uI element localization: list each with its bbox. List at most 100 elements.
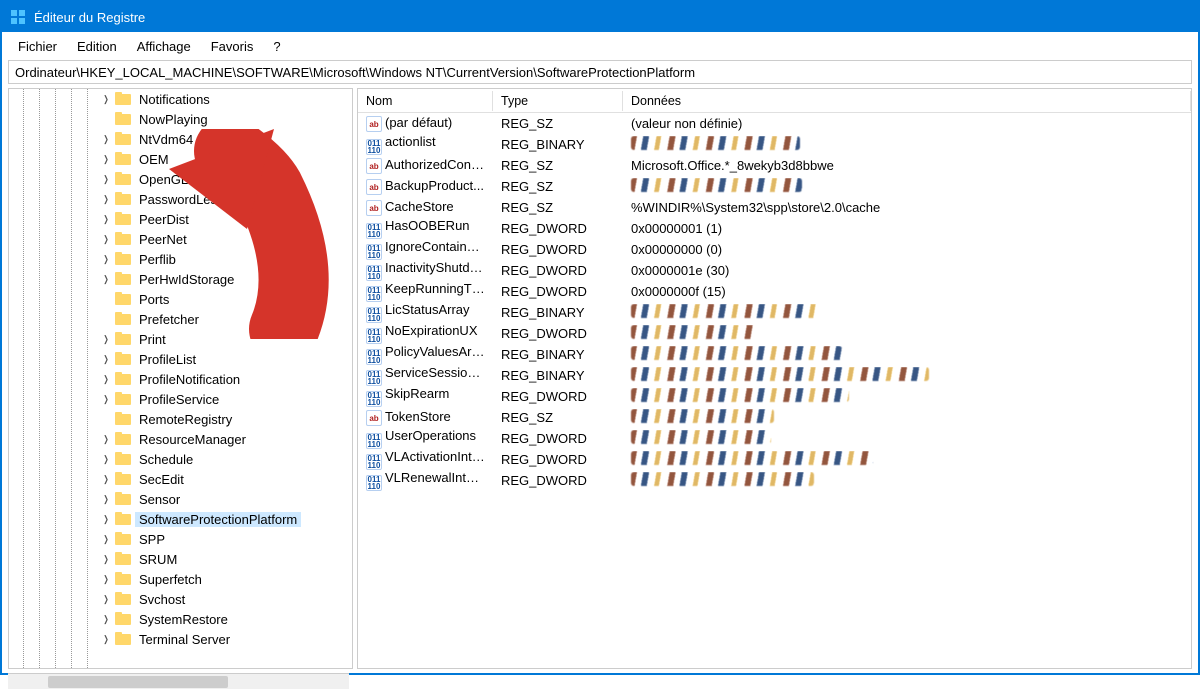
expand-icon[interactable]: ❯ — [101, 454, 111, 465]
titlebar[interactable]: Éditeur du Registre — [2, 2, 1198, 32]
value-row[interactable]: 011 110IgnoreContainer...REG_DWORD0x0000… — [358, 239, 1191, 260]
expand-icon[interactable]: ❯ — [101, 474, 111, 485]
column-type[interactable]: Type — [493, 91, 623, 111]
values-pane[interactable]: Nom Type Données ab(par défaut)REG_SZ(va… — [357, 88, 1192, 669]
tree-item[interactable]: ❯Notifications — [9, 89, 352, 109]
tree-item[interactable]: ❯Svchost — [9, 589, 352, 609]
expand-icon[interactable]: ❯ — [101, 354, 111, 365]
tree-item[interactable]: RemoteRegistry — [9, 409, 352, 429]
tree-item[interactable]: ❯ OpenGLDrivers — [9, 169, 352, 189]
expand-icon[interactable]: ❯ — [101, 94, 111, 105]
tree-item[interactable]: ❯Terminal Server — [9, 629, 352, 649]
column-donnees[interactable]: Données — [623, 91, 1191, 111]
value-type-cell: REG_BINARY — [493, 368, 623, 383]
folder-icon — [115, 612, 131, 626]
value-row[interactable]: abTokenStoreREG_SZ — [358, 407, 1191, 428]
expand-icon[interactable]: ❯ — [101, 254, 111, 265]
tree-item[interactable]: ❯PerHwIdStorage — [9, 269, 352, 289]
value-row[interactable]: 011 110PolicyValuesArrayREG_BINARY — [358, 344, 1191, 365]
value-name-cell: 011 110ServiceSessionId — [358, 365, 493, 386]
menu-favoris[interactable]: Favoris — [201, 35, 264, 58]
tree-item[interactable]: ❯OEM — [9, 149, 352, 169]
tree-item-label: RemoteRegistry — [135, 412, 236, 427]
value-row[interactable]: 011 110LicStatusArrayREG_BINARY — [358, 302, 1191, 323]
tree-item[interactable]: ❯ProfileNotification — [9, 369, 352, 389]
expand-icon[interactable]: ❯ — [101, 174, 111, 185]
value-row[interactable]: ab(par défaut)REG_SZ(valeur non définie) — [358, 113, 1191, 134]
expand-icon[interactable]: ❯ — [101, 334, 111, 345]
tree-item[interactable]: ❯SystemRestore — [9, 609, 352, 629]
expand-icon[interactable]: ❯ — [101, 574, 111, 585]
expand-icon[interactable]: ❯ — [101, 194, 111, 205]
value-name-cell: abBackupProduct... — [358, 178, 493, 196]
expand-icon[interactable]: ❯ — [101, 154, 111, 165]
menu-fichier[interactable]: Fichier — [8, 35, 67, 58]
expand-icon[interactable]: ❯ — [101, 514, 111, 525]
value-row[interactable]: 011 110NoExpirationUXREG_DWORD — [358, 323, 1191, 344]
value-row[interactable]: 011 110actionlistREG_BINARY — [358, 134, 1191, 155]
tree-horizontal-scrollbar[interactable] — [8, 673, 349, 689]
expand-icon[interactable]: ❯ — [101, 274, 111, 285]
value-row[interactable]: abCacheStoreREG_SZ%WINDIR%\System32\spp\… — [358, 197, 1191, 218]
value-row[interactable]: 011 110KeepRunningTh...REG_DWORD0x000000… — [358, 281, 1191, 302]
expand-icon[interactable]: ❯ — [101, 554, 111, 565]
expand-icon[interactable]: ❯ — [101, 594, 111, 605]
expand-icon[interactable]: ❯ — [101, 634, 111, 645]
expand-icon[interactable]: ❯ — [101, 394, 111, 405]
tree-item[interactable]: ❯SRUM — [9, 549, 352, 569]
expand-icon[interactable]: ❯ — [101, 434, 111, 445]
expand-icon[interactable]: ❯ — [101, 614, 111, 625]
tree-item[interactable]: NowPlaying — [9, 109, 352, 129]
tree-item[interactable]: ❯Sensor — [9, 489, 352, 509]
expand-icon[interactable]: ❯ — [101, 494, 111, 505]
tree-item[interactable]: ❯ Print — [9, 329, 352, 349]
menu-affichage[interactable]: Affichage — [127, 35, 201, 58]
tree-item[interactable]: ❯ProfileList — [9, 349, 352, 369]
value-row[interactable]: abAuthorizedCont...REG_SZMicrosoft.Offic… — [358, 155, 1191, 176]
tree-item-label: Print — [135, 332, 170, 347]
value-row[interactable]: 011 110ServiceSessionIdREG_BINARY — [358, 365, 1191, 386]
scrollbar-thumb[interactable] — [48, 676, 228, 688]
value-row[interactable]: 011 110HasOOBERunREG_DWORD0x00000001 (1) — [358, 218, 1191, 239]
expand-icon[interactable]: ❯ — [101, 534, 111, 545]
tree-item[interactable]: ❯PeerNet — [9, 229, 352, 249]
address-bar[interactable]: Ordinateur\HKEY_LOCAL_MACHINE\SOFTWARE\M… — [8, 60, 1192, 84]
value-row[interactable]: 011 110VLActivationInte...REG_DWORD — [358, 449, 1191, 470]
value-name-cell: abCacheStore — [358, 199, 493, 217]
tree-item[interactable]: ❯Perflib — [9, 249, 352, 269]
column-nom[interactable]: Nom — [358, 91, 493, 111]
tree-item-label: OpenGLDrivers — [135, 172, 233, 187]
menu-edition[interactable]: Edition — [67, 35, 127, 58]
tree-item[interactable]: Ports — [9, 289, 352, 309]
tree-item[interactable]: ❯Superfetch — [9, 569, 352, 589]
expand-icon[interactable]: ❯ — [101, 214, 111, 225]
reg-sz-icon: ab — [366, 410, 382, 426]
tree-item[interactable]: ❯SecEdit — [9, 469, 352, 489]
address-path: Ordinateur\HKEY_LOCAL_MACHINE\SOFTWARE\M… — [15, 65, 695, 80]
reg-binary-icon: 011 110 — [366, 244, 382, 260]
value-row[interactable]: 011 110InactivityShutdo...REG_DWORD0x000… — [358, 260, 1191, 281]
tree-item[interactable]: ❯PasswordLess — [9, 189, 352, 209]
tree-item[interactable]: ❯PeerDist — [9, 209, 352, 229]
value-row[interactable]: abBackupProduct...REG_SZ — [358, 176, 1191, 197]
expand-icon[interactable]: ❯ — [101, 134, 111, 145]
value-row[interactable]: 011 110SkipRearmREG_DWORD — [358, 386, 1191, 407]
value-row[interactable]: 011 110VLRenewalIntervalREG_DWORD — [358, 470, 1191, 491]
tree-item[interactable]: ❯ResourceManager — [9, 429, 352, 449]
tree-item[interactable]: ❯NtVdm64 — [9, 129, 352, 149]
window-title: Éditeur du Registre — [34, 10, 145, 25]
tree-item[interactable]: ❯Schedule — [9, 449, 352, 469]
tree-item[interactable]: Prefetcher — [9, 309, 352, 329]
value-row[interactable]: 011 110UserOperationsREG_DWORD — [358, 428, 1191, 449]
tree-item[interactable]: ❯ProfileService — [9, 389, 352, 409]
menu-help[interactable]: ? — [263, 35, 290, 58]
tree-item[interactable]: ❯SPP — [9, 529, 352, 549]
expand-icon[interactable]: ❯ — [101, 234, 111, 245]
expand-icon[interactable]: ❯ — [101, 374, 111, 385]
value-type-cell: REG_BINARY — [493, 137, 623, 152]
value-data-cell — [623, 388, 1191, 405]
value-type-cell: REG_SZ — [493, 410, 623, 425]
tree-item[interactable]: ❯SoftwareProtectionPlatform — [9, 509, 352, 529]
tree-pane[interactable]: ❯NotificationsNowPlaying❯NtVdm64❯OEM❯Ope… — [8, 88, 353, 669]
value-type-cell: REG_BINARY — [493, 305, 623, 320]
